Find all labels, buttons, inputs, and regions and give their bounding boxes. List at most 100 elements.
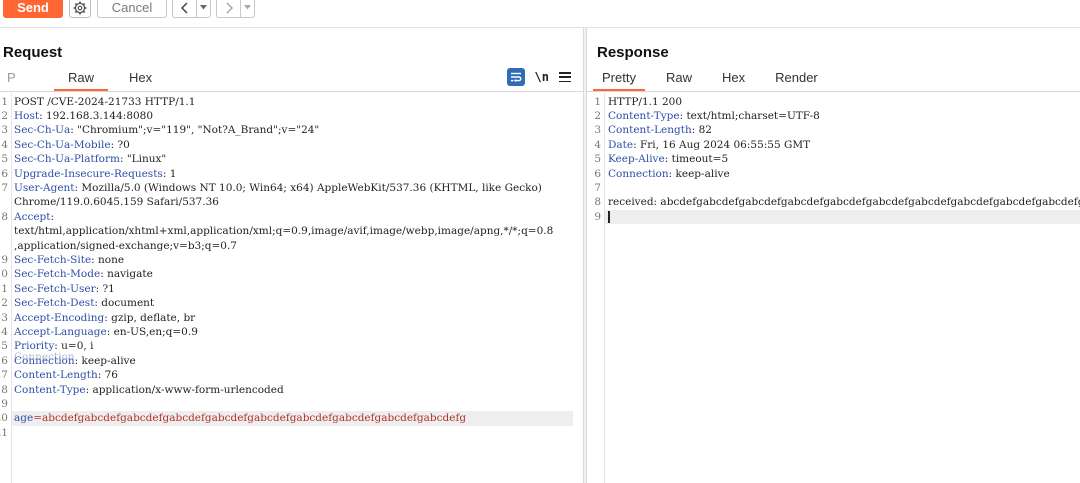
- line-text: Sec-Fetch-User: ?1: [14, 282, 115, 296]
- forward-history-dropdown[interactable]: [241, 0, 254, 17]
- response-editor[interactable]: 1 HTTP/1.1 200 2 Content-Type: text/html;ch…: [587, 93, 1080, 483]
- line-text: age=abcdefgabcdefgabcdefgabcdefgabcdefga…: [14, 411, 466, 425]
- code-line: 3 Content-Length: 82: [587, 123, 1080, 137]
- header-name: Sec-Fetch-Site: [14, 253, 92, 266]
- header-name: Date: [608, 138, 634, 151]
- wrap-lines-icon[interactable]: [506, 68, 525, 86]
- code-line: 8 Accept:: [0, 210, 583, 224]
- line-text: Sec-Ch-Ua: "Chromium";v="119", "Not?A_Br…: [14, 123, 319, 137]
- chevron-left-icon: [180, 1, 188, 14]
- code-line: 6 Upgrade-Insecure-Requests: 1: [0, 167, 583, 181]
- param-value: =abcdefgabcdefgabcdefgabcdefgabcdefgabcd…: [33, 412, 467, 425]
- tab-pretty[interactable]: Pretty: [593, 69, 645, 91]
- forward-history-group: [216, 0, 255, 18]
- header-value: : ?0: [110, 138, 130, 151]
- back-history-group: [172, 0, 211, 18]
- header-name: Sec-Ch-Ua: [14, 124, 71, 137]
- code-line: Chrome/119.0.6045.159 Safari/537.36: [0, 195, 583, 209]
- line-text: User-Agent: Mozilla/5.0 (Windows NT 10.0…: [14, 181, 542, 195]
- code-line: 19: [0, 397, 583, 411]
- header-value: POST /CVE-2024-21733 HTTP/1.1: [14, 95, 196, 108]
- tab-raw[interactable]: Raw: [657, 69, 701, 91]
- menu-icon[interactable]: [559, 72, 571, 82]
- line-number: 20: [0, 412, 8, 425]
- tab-pretty-truncated[interactable]: P: [0, 69, 16, 91]
- line-number: 19: [0, 397, 8, 410]
- code-line: 11 Sec-Fetch-User: ?1: [0, 282, 583, 296]
- tab-raw[interactable]: Raw: [54, 69, 109, 91]
- tab-hex[interactable]: Hex: [120, 69, 161, 91]
- tab-hex[interactable]: Hex: [713, 69, 754, 91]
- line-text: Sec-Fetch-Mode: navigate: [14, 267, 153, 281]
- request-title: Request: [3, 44, 63, 61]
- line-number: 8: [594, 196, 601, 209]
- header-name: Upgrade-Insecure-Requests: [14, 167, 163, 180]
- line-text: Accept-Encoding: gzip, deflate, br: [14, 311, 195, 325]
- code-line: 4 Sec-Ch-Ua-Mobile: ?0: [0, 138, 583, 152]
- line-number: 2: [594, 109, 601, 122]
- line-text: Accept-Language: en-US,en;q=0.9: [14, 325, 198, 339]
- code-line: 2 Content-Type: text/html;charset=UTF-8: [587, 109, 1080, 123]
- line-text: HTTP/1.1 200: [608, 95, 682, 109]
- gear-icon: [73, 1, 87, 14]
- line-number: 4: [594, 138, 601, 151]
- code-line: 9: [587, 210, 1080, 224]
- line-text: Sec-Fetch-Dest: document: [14, 296, 154, 310]
- code-line: 8 received: abcdefgabcdefgabcdefgabcdefga…: [587, 195, 1080, 209]
- header-value: : 82: [691, 124, 712, 137]
- line-text: Content-Length: 76: [14, 368, 118, 382]
- line-number: 3: [1, 124, 8, 137]
- header-name: User-Agent: [14, 181, 75, 194]
- line-text: Sec-Ch-Ua-Platform: "Linux": [14, 152, 166, 166]
- header-value: : 192.168.3.144:8080: [39, 109, 154, 122]
- header-value: HTTP/1.1 200: [608, 95, 683, 108]
- code-line: 2 Host: 192.168.3.144:8080: [0, 109, 583, 123]
- code-line: 16Connection: keep-alive: [0, 354, 583, 368]
- line-number: 10: [0, 268, 8, 281]
- code-line: ,application/signed-exchange;v=b3;q=0.7: [0, 239, 583, 253]
- response-panel: Response Pretty Raw Hex Render 1 HTTP/1.1…: [587, 28, 1080, 483]
- code-line: 5 Sec-Ch-Ua-Platform: "Linux": [0, 152, 583, 166]
- code-line: 14 Accept-Language: en-US,en;q=0.9: [0, 325, 583, 339]
- line-number: 15: [0, 340, 8, 353]
- send-button[interactable]: Send: [3, 0, 63, 18]
- cancel-button[interactable]: Cancel: [97, 0, 167, 18]
- response-tabs: Pretty Raw Hex Render: [593, 69, 839, 91]
- header-name: Sec-Fetch-Mode: [14, 268, 101, 281]
- tab-render[interactable]: Render: [766, 69, 827, 91]
- line-text: Content-Type: application/x-www-form-url…: [14, 383, 284, 397]
- header-value: : none: [91, 253, 125, 266]
- header-name: Content-Length: [608, 124, 692, 137]
- request-editor[interactable]: 1 POST /CVE-2024-21733 HTTP/1.1 2 Host: 192…: [0, 93, 583, 483]
- line-number: 6: [1, 167, 8, 180]
- back-history-dropdown[interactable]: [197, 0, 210, 17]
- header-value: : Fri, 16 Aug 2024 06:55:55 GMT: [633, 138, 811, 151]
- header-name: Sec-Fetch-Dest: [14, 297, 95, 310]
- request-tab-divider: [0, 91, 583, 92]
- code-line: 21: [0, 426, 583, 440]
- header-name: Content-Length: [14, 369, 98, 382]
- request-panel: Request P Raw Hex \n 1 POST /CVE-2024-217…: [0, 28, 583, 483]
- header-value: : timeout=5: [664, 153, 729, 166]
- back-button[interactable]: [173, 0, 197, 17]
- line-text: Connection: keep-alive: [608, 167, 730, 181]
- response-tab-divider: [587, 91, 1080, 92]
- settings-button[interactable]: [69, 0, 91, 18]
- header-name: Accept-Language: [14, 325, 107, 338]
- line-text: Host: 192.168.3.144:8080: [14, 109, 153, 123]
- line-number: 9: [594, 210, 601, 223]
- code-line: 3 Sec-Ch-Ua: "Chromium";v="119", "Not?A_B…: [0, 123, 583, 137]
- header-value: :: [50, 210, 55, 223]
- header-name: Content-Type: [608, 109, 680, 122]
- header-value: received: abcdefgabcdefgabcdefgabcdefgab…: [608, 196, 1080, 209]
- header-value: : application/x-www-form-urlencoded: [85, 383, 284, 396]
- newline-icon[interactable]: \n: [535, 70, 549, 84]
- forward-button[interactable]: [217, 0, 241, 17]
- header-value: : en-US,en;q=0.9: [106, 325, 198, 338]
- line-text: Sec-Ch-Ua-Mobile: ?0: [14, 138, 130, 152]
- line-text: Content-Type: text/html;charset=UTF-8: [608, 109, 820, 123]
- line-number: 4: [1, 138, 8, 151]
- line-number: 5: [594, 153, 601, 166]
- header-value: : 1: [162, 167, 177, 180]
- line-number: 16: [0, 354, 8, 367]
